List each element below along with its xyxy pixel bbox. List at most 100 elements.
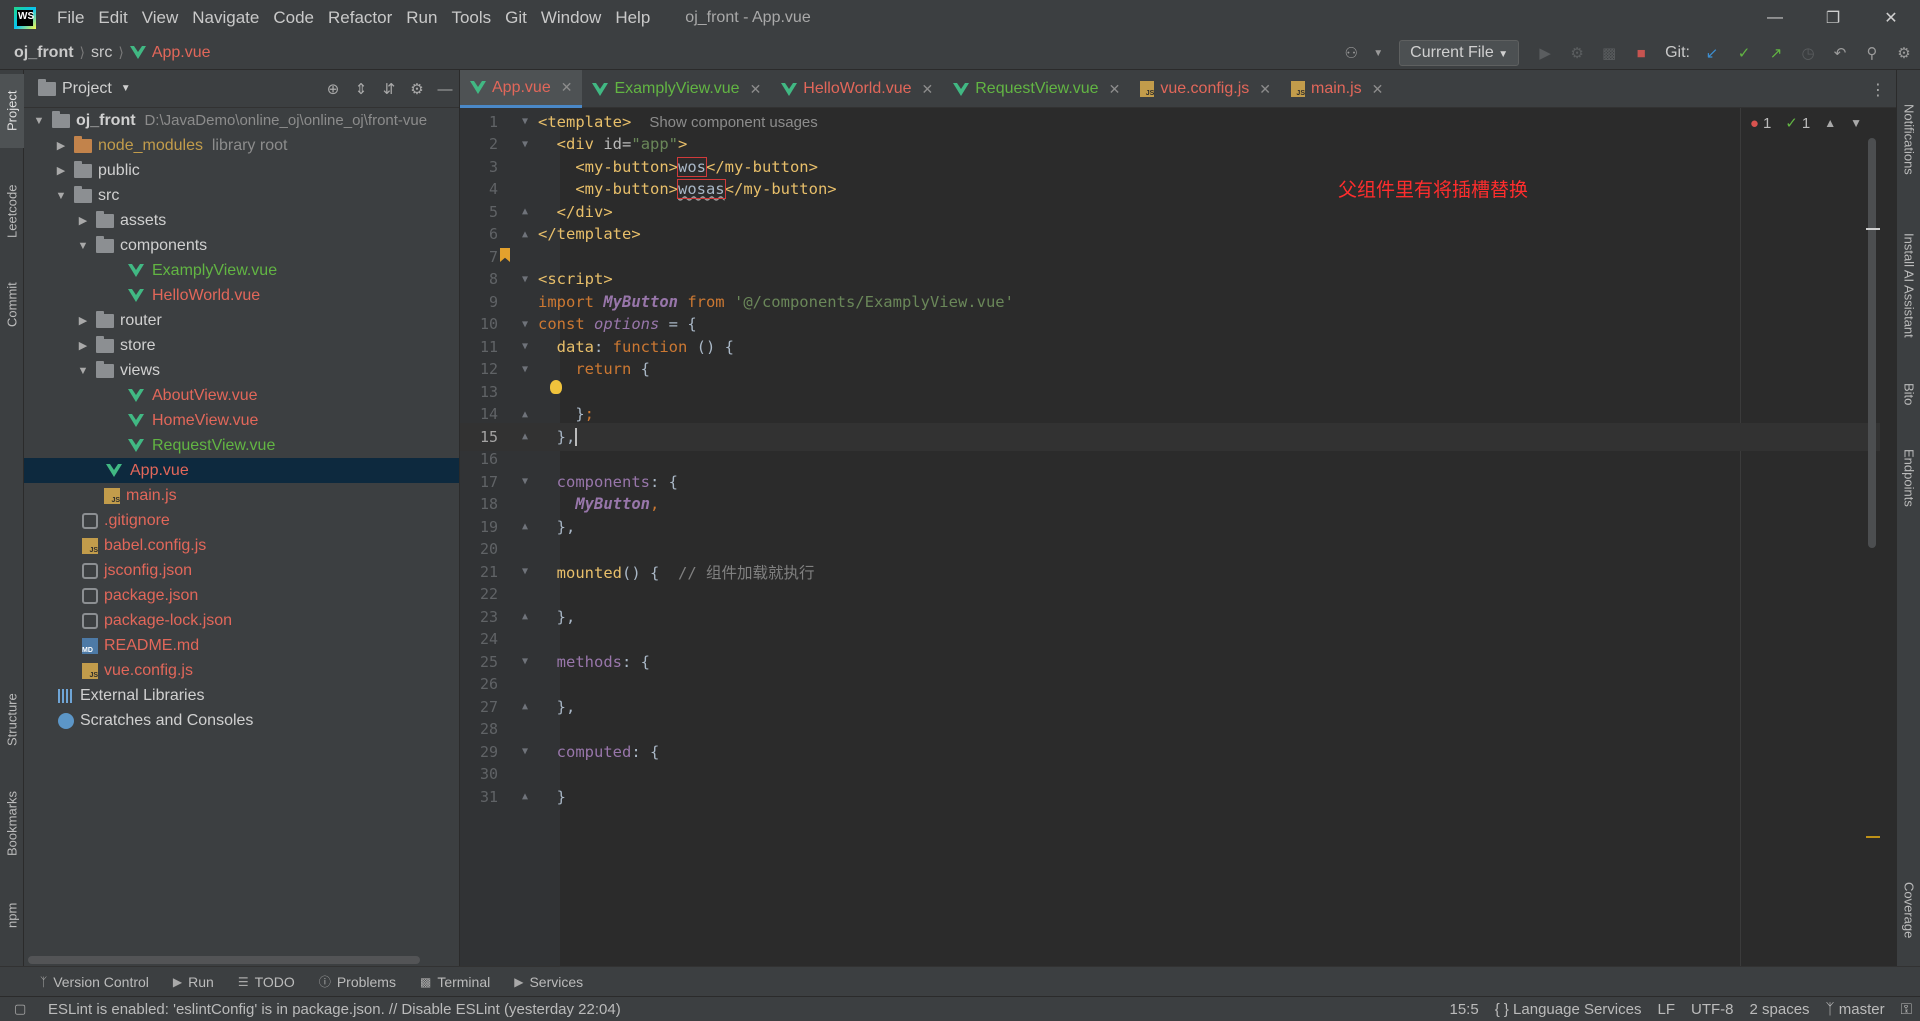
fold-icon[interactable]: ▲	[518, 409, 532, 420]
project-horizontal-scrollbar[interactable]	[28, 956, 420, 964]
tree-row-public[interactable]: ▶ public	[24, 158, 459, 183]
menu-code[interactable]: Code	[266, 0, 321, 36]
tool-terminal[interactable]: ▩ Terminal	[420, 974, 490, 990]
strip-ai-assistant[interactable]: Install AI Assistant	[1897, 220, 1920, 350]
chevron-down-icon[interactable]: ▼	[1850, 116, 1862, 130]
menu-view[interactable]: View	[135, 0, 186, 36]
run-icon[interactable]: ▶	[1535, 43, 1555, 63]
tree-row-scratches[interactable]: Scratches and Consoles	[24, 708, 459, 733]
scroll-marker-warning[interactable]	[1866, 836, 1880, 838]
close-icon[interactable]: ✕	[561, 79, 573, 96]
tree-row-gitignore[interactable]: .gitignore	[24, 508, 459, 533]
menu-window[interactable]: Window	[534, 0, 608, 36]
tab-examplyview[interactable]: ExamplyView.vue ✕	[582, 70, 771, 108]
status-message[interactable]: ESLint is enabled: 'eslintConfig' is in …	[48, 1001, 621, 1018]
indent-setting[interactable]: 2 spaces	[1750, 1001, 1810, 1018]
tree-row-main-js[interactable]: JS main.js	[24, 483, 459, 508]
language-services[interactable]: { } Language Services	[1495, 1001, 1642, 1018]
menu-refactor[interactable]: Refactor	[321, 0, 399, 36]
fold-icon[interactable]: ▲	[518, 611, 532, 622]
strip-leetcode[interactable]: Leetcode	[0, 170, 24, 252]
close-icon[interactable]: ✕	[922, 81, 934, 98]
strip-bito[interactable]: Bito	[1897, 374, 1920, 414]
tree-row-aboutview[interactable]: AboutView.vue	[24, 383, 459, 408]
tree-row-examplyview[interactable]: ExamplyView.vue	[24, 258, 459, 283]
tab-requestview[interactable]: RequestView.vue ✕	[943, 70, 1130, 108]
tree-row-external-libraries[interactable]: External Libraries	[24, 683, 459, 708]
toggle-tool-windows-icon[interactable]: ▢	[14, 1001, 26, 1017]
tree-row-app-vue[interactable]: App.vue	[24, 458, 459, 483]
code-editor[interactable]: 1 ▼ <template> Show component usages 2 ▼ <di…	[460, 108, 1880, 966]
lightbulb-icon[interactable]	[550, 380, 562, 394]
close-icon[interactable]: ✕	[1109, 81, 1121, 98]
tool-problems[interactable]: ⓘ Problems	[319, 973, 396, 990]
chevron-right-icon[interactable]: ▶	[76, 339, 90, 352]
caret-position[interactable]: 15:5	[1450, 1001, 1479, 1018]
tree-row-router[interactable]: ▶ router	[24, 308, 459, 333]
stop-icon[interactable]: ■	[1631, 43, 1651, 63]
tab-app-vue[interactable]: App.vue ✕	[460, 70, 583, 108]
tool-version-control[interactable]: ᛉ Version Control	[40, 974, 149, 990]
fold-icon[interactable]: ▼	[518, 364, 532, 375]
tree-row-components[interactable]: ▼ components	[24, 233, 459, 258]
chevron-up-icon[interactable]: ▲	[1824, 116, 1836, 130]
search-icon[interactable]: ⚲	[1862, 43, 1882, 63]
fold-icon[interactable]: ▲	[518, 701, 532, 712]
tree-row-vue-config[interactable]: JS vue.config.js	[24, 658, 459, 683]
file-encoding[interactable]: UTF-8	[1691, 1001, 1734, 1018]
fold-icon[interactable]: ▲	[518, 431, 532, 442]
debug-icon[interactable]: ⚙	[1567, 43, 1587, 63]
menu-navigate[interactable]: Navigate	[185, 0, 266, 36]
component-usages-hint[interactable]: Show component usages	[649, 114, 817, 131]
fold-icon[interactable]: ▼	[518, 341, 532, 352]
restore-button[interactable]: ❐	[1804, 0, 1862, 36]
strip-bookmarks[interactable]: Bookmarks	[0, 778, 24, 868]
tree-row-views[interactable]: ▼ views	[24, 358, 459, 383]
tree-row-package-json[interactable]: package.json	[24, 583, 459, 608]
line-separator[interactable]: LF	[1657, 1001, 1675, 1018]
close-icon[interactable]: ✕	[750, 81, 762, 98]
chevron-down-icon[interactable]: ▼	[76, 240, 90, 252]
fold-icon[interactable]: ▲	[518, 791, 532, 802]
strip-project[interactable]: Project	[0, 74, 24, 148]
locate-file-icon[interactable]: ⊕	[319, 80, 347, 98]
breadcrumb-file[interactable]: App.vue	[129, 44, 211, 62]
chevron-right-icon[interactable]: ▶	[54, 139, 68, 152]
menu-git[interactable]: Git	[498, 0, 534, 36]
breadcrumb-project[interactable]: oj_front	[14, 44, 74, 62]
menu-file[interactable]: File	[50, 0, 91, 36]
fold-icon[interactable]: ▼	[518, 319, 532, 330]
chevron-down-icon[interactable]: ▼	[1373, 43, 1383, 63]
lock-icon[interactable]: ⚿	[1901, 1001, 1912, 1018]
minimize-button[interactable]: —	[1746, 0, 1804, 36]
hide-panel-icon[interactable]: —	[431, 81, 459, 98]
editor-vertical-scrollbar[interactable]	[1868, 138, 1876, 548]
tool-run[interactable]: ▶ Run	[173, 974, 214, 990]
history-icon[interactable]: ◷	[1798, 43, 1818, 63]
git-branch[interactable]: ᛉ master	[1826, 1001, 1885, 1018]
fold-icon[interactable]: ▼	[518, 274, 532, 285]
more-tabs-icon[interactable]: ⋮	[1870, 80, 1886, 100]
git-update-icon[interactable]: ↙	[1702, 43, 1722, 63]
fold-icon[interactable]: ▼	[518, 476, 532, 487]
tool-services[interactable]: ▶ Services	[514, 974, 583, 990]
close-icon[interactable]: ✕	[1259, 81, 1271, 98]
menu-tools[interactable]: Tools	[444, 0, 498, 36]
strip-structure[interactable]: Structure	[0, 680, 24, 760]
tree-row-package-lock[interactable]: package-lock.json	[24, 608, 459, 633]
tree-row-babel-config[interactable]: JS babel.config.js	[24, 533, 459, 558]
coverage-icon[interactable]: ▩	[1599, 43, 1619, 63]
inspections-widget[interactable]: ● 1 ✓ 1 ▲ ▼	[1750, 114, 1862, 133]
strip-notifications[interactable]: Notifications	[1897, 84, 1920, 194]
user-account-icon[interactable]: ⚇	[1341, 43, 1361, 63]
tree-row-root[interactable]: ▼ oj_front D:\JavaDemo\online_oj\online_…	[24, 108, 459, 133]
tree-row-requestview[interactable]: RequestView.vue	[24, 433, 459, 458]
menu-help[interactable]: Help	[608, 0, 657, 36]
chevron-down-icon[interactable]: ▼	[54, 190, 68, 202]
tool-todo[interactable]: ☰ TODO	[238, 974, 295, 990]
chevron-down-icon[interactable]: ▼	[76, 365, 90, 377]
fold-icon[interactable]: ▼	[518, 139, 532, 150]
expand-all-icon[interactable]: ⇕	[347, 80, 375, 98]
gear-icon[interactable]: ⚙	[403, 80, 431, 98]
run-config-select[interactable]: Current File ▼	[1399, 40, 1520, 66]
